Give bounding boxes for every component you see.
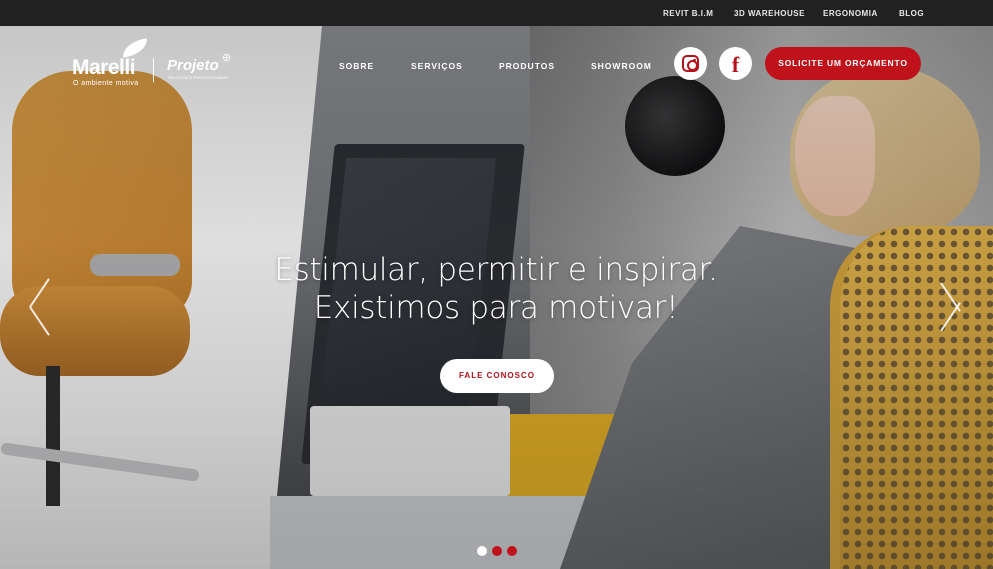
request-quote-button[interactable]: SOLICITE UM ORÇAMENTO — [765, 47, 921, 80]
nav-item-showroom[interactable]: SHOWROOM — [591, 61, 652, 71]
top-utility-bar: REVIT B.I.M 3D WAREHOUSE ERGONOMIA BLOG — [0, 0, 993, 26]
topbar-link-revit-bim[interactable]: REVIT B.I.M — [663, 9, 713, 18]
facebook-icon: f — [731, 52, 740, 77]
topbar-link-ergonomia[interactable]: ERGONOMIA — [823, 9, 878, 18]
instagram-button[interactable] — [674, 47, 707, 80]
nav-item-produtos[interactable]: PRODUTOS — [499, 61, 555, 71]
hero-headline-line-1: Estimular, permitir e inspirar. — [274, 252, 718, 288]
hero-headline-line-2: Existimos para motivar! — [313, 290, 679, 326]
slider-dot-3[interactable] — [507, 546, 517, 556]
partner-logo-wordmark: Projeto — [167, 57, 219, 74]
slider-dot-2[interactable] — [492, 546, 502, 556]
nav-item-sobre[interactable]: SOBRE — [339, 61, 374, 71]
facebook-button[interactable]: f — [719, 47, 752, 80]
chevron-right-icon[interactable] — [940, 282, 963, 332]
topbar-link-3d-warehouse[interactable]: 3D WAREHOUSE — [734, 9, 805, 18]
brand-logo[interactable]: Marelli O ambiente motiva Projeto ⊕ SELE… — [72, 38, 237, 90]
topbar-link-blog[interactable]: BLOG — [899, 9, 924, 18]
logo-wordmark: Marelli — [72, 56, 136, 79]
contact-button[interactable]: FALE CONOSCO — [440, 359, 554, 393]
partner-logo-subtitle: SELEÇÕES PROFISSIONAIS — [168, 75, 229, 80]
slider-dot-1[interactable] — [477, 546, 487, 556]
partner-logo-plus-icon: ⊕ — [222, 52, 232, 64]
hero-headline: Estimular, permitir e inspirar. Existimo… — [196, 251, 796, 327]
logo-tagline: O ambiente motiva — [73, 80, 139, 87]
instagram-icon — [682, 55, 699, 72]
logo-divider — [153, 58, 154, 82]
logo-leaf-icon — [121, 38, 149, 58]
nav-item-servicos[interactable]: SERVIÇOS — [411, 61, 463, 71]
chevron-left-icon[interactable] — [29, 278, 52, 336]
